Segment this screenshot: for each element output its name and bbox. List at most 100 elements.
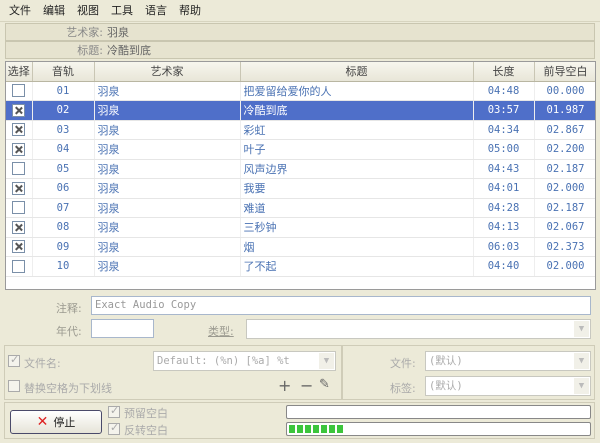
- track-title[interactable]: 叶子: [240, 139, 474, 160]
- track-checkbox[interactable]: [12, 181, 26, 195]
- track-artist[interactable]: 羽泉: [94, 217, 241, 238]
- table-row[interactable]: 08 羽泉 三秒钟 04:13 02.067: [6, 217, 595, 238]
- genre-select[interactable]: ▼: [246, 319, 591, 339]
- add-icon[interactable]: +: [278, 376, 291, 395]
- column-header-pregap[interactable]: 前导空白: [534, 62, 595, 82]
- track-length: 04:40: [473, 256, 535, 277]
- column-header-track[interactable]: 音轨: [32, 62, 95, 82]
- track-table: 选择 音轨 艺术家 标题 长度 前导空白 01 羽泉 把爱留给爱你的人 04:48 00…: [6, 62, 595, 277]
- comment-input[interactable]: Exact Audio Copy: [91, 296, 591, 315]
- column-header-select[interactable]: 选择: [6, 62, 33, 82]
- table-row[interactable]: 07 羽泉 难道 04:28 02.187: [6, 198, 595, 218]
- file-select[interactable]: (默认) ▼: [425, 351, 591, 371]
- track-artist[interactable]: 羽泉: [94, 237, 241, 257]
- track-checkbox[interactable]: [12, 123, 26, 137]
- track-title[interactable]: 风声边界: [240, 159, 474, 179]
- track-checkbox-cell[interactable]: [6, 159, 33, 179]
- filename-pattern-select[interactable]: Default: (%n) [%a] %t ▼: [153, 351, 336, 371]
- track-checkbox-cell[interactable]: [6, 217, 33, 238]
- chevron-down-icon[interactable]: ▼: [574, 321, 589, 337]
- year-input[interactable]: [91, 319, 154, 338]
- menu-view[interactable]: 视图: [71, 1, 105, 21]
- track-checkbox-cell[interactable]: [6, 256, 33, 277]
- track-number: 06: [32, 178, 95, 199]
- track-length: 04:28: [473, 198, 535, 218]
- track-length: 04:43: [473, 159, 535, 179]
- menu-tools[interactable]: 工具: [105, 1, 139, 21]
- track-title[interactable]: 三秒钟: [240, 217, 474, 238]
- track-checkbox-cell[interactable]: [6, 198, 33, 218]
- track-pregap: 01.987: [534, 100, 595, 121]
- tag-select[interactable]: (默认) ▼: [425, 376, 591, 396]
- chevron-down-icon[interactable]: ▼: [574, 378, 589, 394]
- filename-checkbox[interactable]: [8, 353, 20, 367]
- track-progress-bar: [286, 405, 591, 419]
- menu-file[interactable]: 文件: [3, 1, 37, 21]
- track-checkbox-cell[interactable]: [6, 120, 33, 140]
- track-title[interactable]: 彩虹: [240, 120, 474, 140]
- table-row[interactable]: 03 羽泉 彩虹 04:34 02.867: [6, 120, 595, 140]
- track-checkbox[interactable]: [12, 162, 26, 176]
- track-checkbox[interactable]: [12, 201, 26, 215]
- replace-spaces-checkbox[interactable]: [8, 380, 20, 392]
- track-artist[interactable]: 羽泉: [94, 159, 241, 179]
- column-header-length[interactable]: 长度: [473, 62, 535, 82]
- track-checkbox-cell[interactable]: [6, 139, 33, 160]
- track-artist[interactable]: 羽泉: [94, 178, 241, 199]
- menu-help[interactable]: 帮助: [173, 1, 207, 21]
- track-checkbox[interactable]: [12, 259, 26, 273]
- track-checkbox-cell[interactable]: [6, 178, 33, 199]
- column-header-artist[interactable]: 艺术家: [94, 62, 241, 82]
- menu-language[interactable]: 语言: [139, 1, 173, 21]
- stop-button[interactable]: ✕ 停止: [10, 410, 102, 434]
- remove-icon[interactable]: −: [300, 376, 313, 395]
- track-artist[interactable]: 羽泉: [94, 256, 241, 277]
- track-title[interactable]: 我要: [240, 178, 474, 199]
- track-title[interactable]: 把爱留给爱你的人: [240, 81, 474, 101]
- track-artist[interactable]: 羽泉: [94, 100, 241, 121]
- table-row[interactable]: 02 羽泉 冷酷到底 03:57 01.987: [6, 100, 595, 121]
- chevron-down-icon[interactable]: ▼: [319, 353, 334, 369]
- track-number: 02: [32, 100, 95, 121]
- edit-icon[interactable]: ✎: [319, 377, 330, 392]
- preserve-gap-checkbox[interactable]: [108, 404, 120, 418]
- track-title[interactable]: 了不起: [240, 256, 474, 277]
- table-row[interactable]: 10 羽泉 了不起 04:40 02.000: [6, 256, 595, 277]
- title-value[interactable]: 冷酷到底: [103, 42, 151, 58]
- reverse-gap-checkbox[interactable]: [108, 421, 120, 435]
- table-row[interactable]: 09 羽泉烟 06:03 02.373: [6, 237, 595, 257]
- track-checkbox[interactable]: [12, 103, 26, 117]
- track-pregap: 02.000: [534, 256, 595, 277]
- track-artist[interactable]: 羽泉: [94, 120, 241, 140]
- track-title[interactable]: 烟: [240, 237, 474, 257]
- track-pregap: 02.373: [534, 237, 595, 257]
- track-checkbox[interactable]: [12, 142, 26, 156]
- track-artist[interactable]: 羽泉: [94, 198, 241, 218]
- track-title[interactable]: 冷酷到底: [240, 100, 474, 121]
- track-checkbox[interactable]: [12, 84, 26, 98]
- table-row[interactable]: 01 羽泉 把爱留给爱你的人 04:48 00.000: [6, 81, 595, 101]
- menu-bar: 文件 编辑 视图 工具 语言 帮助: [0, 0, 600, 22]
- track-title[interactable]: 难道: [240, 198, 474, 218]
- column-header-title[interactable]: 标题: [240, 62, 474, 82]
- table-row[interactable]: 05 羽泉 风声边界 04:43 02.187: [6, 159, 595, 179]
- tag-label: 标签:: [390, 382, 416, 395]
- track-checkbox[interactable]: [12, 220, 26, 234]
- chevron-down-icon[interactable]: ▼: [574, 353, 589, 369]
- artist-value[interactable]: 羽泉: [103, 24, 129, 40]
- track-artist[interactable]: 羽泉: [94, 139, 241, 160]
- filename-pattern-value: Default: (%n) [%a] %t: [157, 355, 290, 367]
- track-checkbox-cell[interactable]: [6, 100, 33, 121]
- progress-segment: [297, 425, 303, 433]
- artist-label: 艺术家:: [66, 26, 103, 39]
- track-checkbox-cell[interactable]: [6, 81, 33, 101]
- track-checkbox-cell[interactable]: [6, 237, 33, 257]
- table-row[interactable]: 04 羽泉 叶子 05:00 02.200: [6, 139, 595, 160]
- track-artist[interactable]: 羽泉: [94, 81, 241, 101]
- track-number: 08: [32, 217, 95, 238]
- reverse-gap-label: 反转空白: [124, 424, 168, 437]
- menu-edit[interactable]: 编辑: [37, 1, 71, 21]
- track-checkbox[interactable]: [12, 240, 26, 254]
- track-pregap: 02.067: [534, 217, 595, 238]
- table-row[interactable]: 06 羽泉 我要 04:01 02.000: [6, 178, 595, 199]
